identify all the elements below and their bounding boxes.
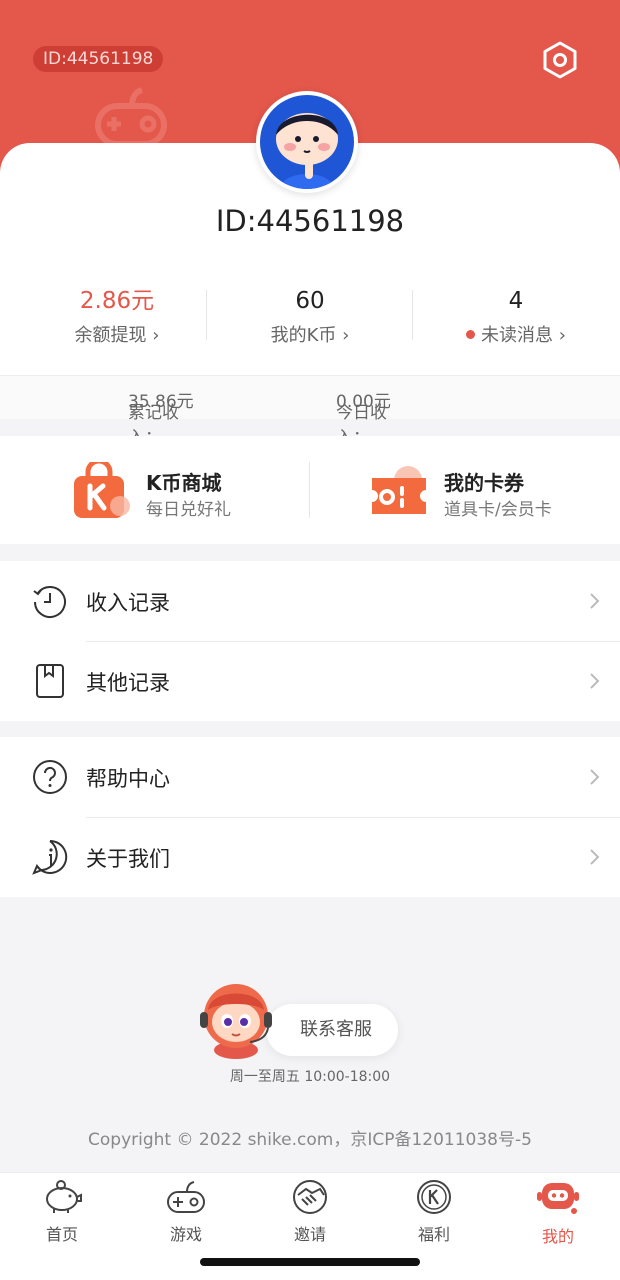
clock-history-icon [33, 586, 66, 618]
support-mascot-icon [200, 984, 272, 1059]
user-id: ID:44561198 [215, 204, 405, 238]
home-indicator [200, 1258, 420, 1266]
chevron-right-icon [590, 593, 600, 609]
k-coin-icon [417, 1180, 451, 1214]
kcoin-mall-icon [74, 462, 130, 518]
support-hours: 周一至周五 10:00-18:00 [229, 1069, 391, 1085]
today-income: 今日收入：0.00元 [336, 392, 391, 448]
tab-label: 我的 [541, 1227, 574, 1246]
kcoin-label: 我的K币 › [270, 325, 350, 346]
menu-item-other-records[interactable]: 其他记录 [0, 641, 620, 721]
bookmark-book-icon [36, 664, 64, 698]
kcoin-mall-subtitle: 每日兑好礼 [146, 500, 231, 520]
tab-label: 邀请 [293, 1225, 326, 1244]
total-income: 累记收入：35.86元 [128, 392, 194, 448]
income-strip: 累记收入：35.86元 今日收入：0.00元 [0, 375, 620, 448]
handshake-icon [293, 1180, 327, 1214]
kcoin-stat[interactable]: 60 我的K币 › [207, 286, 413, 347]
my-cards-title: 我的卡券 [444, 471, 524, 495]
tab-mine[interactable]: 我的 [496, 1179, 620, 1251]
tab-label: 首页 [45, 1225, 78, 1244]
messages-value: 4 [508, 288, 524, 314]
menu-separator [86, 817, 620, 818]
settings-icon[interactable] [540, 40, 580, 80]
tab-benefits[interactable]: 福利 [372, 1179, 496, 1251]
messages-stat[interactable]: 4 未读消息 › [413, 286, 619, 347]
mall-card: K币商城 每日兑好礼 我的卡券 道具卡/会员卡 [0, 436, 620, 544]
tab-label: 福利 [417, 1225, 450, 1244]
balance-value: 2.86元 [79, 288, 155, 314]
menu-item-income-records[interactable]: 收入记录 [0, 561, 620, 641]
records-menu: 收入记录 其他记录 [0, 561, 620, 721]
menu-separator [86, 641, 620, 642]
tab-label: 游戏 [169, 1225, 202, 1244]
unread-dot [466, 330, 476, 339]
avatar[interactable] [256, 91, 358, 193]
menu-label: 其他记录 [86, 671, 170, 695]
balance-label: 余额提现 › [74, 325, 160, 346]
tab-invite[interactable]: 邀请 [248, 1179, 372, 1251]
mall-divider [309, 462, 310, 518]
id-pill: ID:44561198 [33, 46, 164, 72]
menu-label: 关于我们 [86, 847, 170, 871]
avatar-image [260, 95, 354, 189]
chevron-right-icon [590, 673, 600, 689]
help-menu: 帮助中心 关于我们 [0, 737, 620, 897]
menu-label: 收入记录 [86, 591, 170, 615]
chevron-right-icon [590, 769, 600, 785]
balance-stat[interactable]: 2.86元 余额提现 › [14, 286, 220, 347]
gamepad-watermark-icon [95, 87, 167, 147]
copyright-text: Copyright © 2022 shike.com，京ICP备12011038… [88, 1130, 532, 1150]
robot-face-icon [537, 1183, 579, 1214]
gamepad-icon [167, 1181, 205, 1213]
kcoin-mall-title: K币商城 [146, 471, 222, 495]
info-icon [32, 839, 68, 875]
contact-support-button[interactable]: 联系客服 [266, 1004, 398, 1056]
my-cards-subtitle: 道具卡/会员卡 [444, 500, 552, 520]
messages-label: 未读消息 › [413, 321, 619, 347]
ticket-icon [372, 466, 426, 514]
menu-item-help-center[interactable]: 帮助中心 [0, 737, 620, 817]
kcoin-value: 60 [295, 288, 325, 314]
menu-item-about-us[interactable]: 关于我们 [0, 817, 620, 897]
tab-home[interactable]: 首页 [0, 1179, 124, 1251]
tab-games[interactable]: 游戏 [124, 1179, 248, 1251]
piggy-bank-icon [46, 1180, 82, 1213]
menu-label: 帮助中心 [86, 767, 170, 791]
chevron-right-icon [590, 849, 600, 865]
help-question-icon [33, 760, 67, 794]
